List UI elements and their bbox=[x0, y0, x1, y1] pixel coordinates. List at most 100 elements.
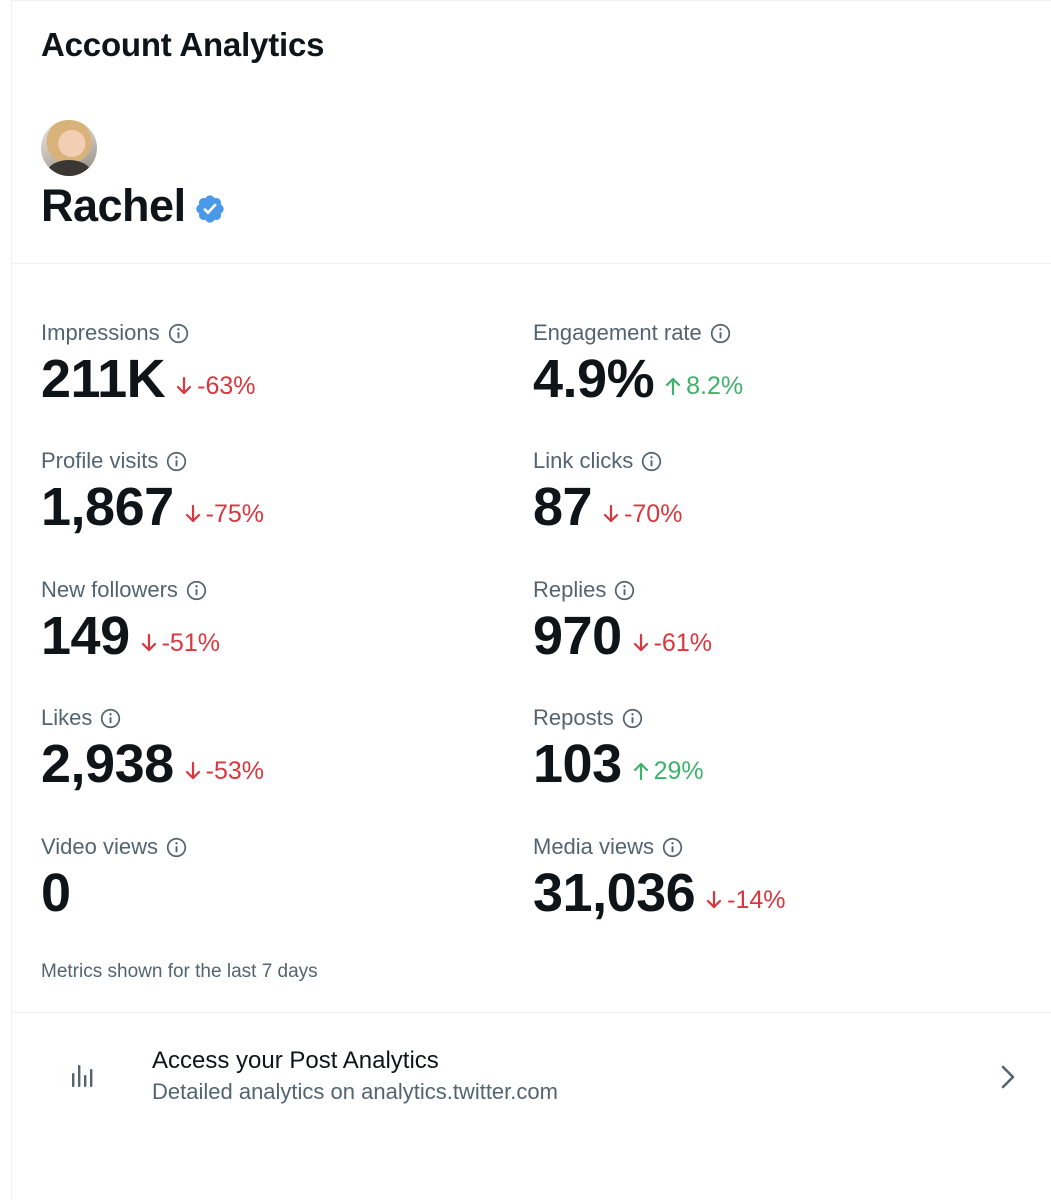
metric-label: Link clicks bbox=[533, 448, 634, 473]
metric-label: Impressions bbox=[41, 320, 160, 345]
metric-label: Media views bbox=[533, 834, 655, 859]
metric-label-row: Likes bbox=[41, 703, 264, 733]
info-icon[interactable] bbox=[710, 323, 731, 344]
metric-value: 211K bbox=[41, 349, 166, 409]
info-icon[interactable] bbox=[662, 837, 683, 858]
metric-value-row: 31,036 -14% bbox=[533, 866, 786, 920]
arrow-down-icon bbox=[603, 504, 619, 523]
profile-header: Rachel bbox=[41, 180, 226, 232]
arrow-up-icon bbox=[665, 377, 681, 396]
info-icon[interactable] bbox=[166, 837, 187, 858]
metric-value: 0 bbox=[41, 863, 71, 923]
post-analytics-link[interactable]: Access your Post Analytics Detailed anal… bbox=[11, 1013, 1051, 1143]
metric-label: Engagement rate bbox=[533, 320, 702, 345]
metric-change: -63% bbox=[175, 371, 256, 401]
metric-change: -61% bbox=[632, 629, 712, 658]
metric-value-row: 103 29% bbox=[533, 737, 704, 791]
info-icon[interactable] bbox=[622, 708, 643, 729]
metric-card: Likes 2,938 -53% bbox=[41, 703, 264, 791]
metric-label-row: Reposts bbox=[533, 703, 704, 733]
metric-value: 1,867 bbox=[41, 477, 174, 537]
metric-label-row: New followers bbox=[41, 575, 220, 605]
metric-value: 103 bbox=[533, 734, 622, 794]
arrow-down-icon bbox=[185, 761, 200, 780]
analytics-page: Account Analytics Rachel Impressions 211K… bbox=[0, 0, 1051, 1200]
metric-card: Replies 970 -61% bbox=[533, 575, 712, 663]
metric-value-row: 2,938 -53% bbox=[41, 737, 264, 791]
chevron-right-icon bbox=[1001, 1065, 1015, 1089]
metric-value-row: 4.9% 8.2% bbox=[533, 352, 743, 406]
metric-change-value: -70% bbox=[624, 499, 683, 528]
metric-value: 970 bbox=[533, 606, 622, 666]
metric-change-value: -61% bbox=[653, 628, 712, 657]
bar-chart-icon bbox=[72, 1065, 93, 1087]
metric-change-value: -63% bbox=[197, 371, 256, 400]
metric-label-row: Profile visits bbox=[41, 446, 264, 476]
panel-border-top bbox=[11, 0, 1051, 1]
info-icon[interactable] bbox=[166, 451, 187, 472]
metric-card: Engagement rate 4.9% 8.2% bbox=[533, 318, 743, 406]
post-analytics-subtitle: Detailed analytics on analytics.twitter.… bbox=[152, 1079, 558, 1104]
metric-value-row: 970 -61% bbox=[533, 609, 712, 663]
info-icon[interactable] bbox=[100, 708, 121, 729]
arrow-down-icon bbox=[141, 633, 156, 652]
metric-change: -53% bbox=[184, 757, 264, 786]
arrow-down-icon bbox=[177, 376, 192, 395]
metric-card: Link clicks 87 -70% bbox=[533, 446, 682, 534]
metric-change: -14% bbox=[705, 885, 786, 915]
arrow-down-icon bbox=[633, 633, 648, 652]
metric-change-value: -53% bbox=[205, 756, 265, 785]
avatar[interactable] bbox=[41, 120, 97, 176]
post-analytics-title: Access your Post Analytics bbox=[152, 1047, 439, 1074]
profile-name[interactable]: Rachel bbox=[41, 180, 186, 232]
metric-label-row: Engagement rate bbox=[533, 318, 743, 348]
metric-value: 31,036 bbox=[533, 863, 696, 923]
metric-change: -51% bbox=[140, 629, 220, 658]
metric-label-row: Video views bbox=[41, 832, 187, 862]
metric-change: -70% bbox=[602, 500, 682, 529]
metric-change: 8.2% bbox=[664, 372, 743, 401]
metric-label-row: Impressions bbox=[41, 318, 256, 348]
metric-label-row: Replies bbox=[533, 575, 712, 605]
info-icon[interactable] bbox=[614, 580, 635, 601]
info-icon[interactable] bbox=[186, 580, 207, 601]
metrics-footnote: Metrics shown for the last 7 days bbox=[41, 961, 318, 982]
metric-value: 87 bbox=[533, 477, 593, 537]
metric-label: Profile visits bbox=[41, 448, 159, 473]
metric-change-value: 29% bbox=[653, 756, 704, 785]
arrow-down-icon bbox=[707, 890, 722, 909]
metric-card: Impressions 211K -63% bbox=[41, 318, 256, 406]
metric-change: 29% bbox=[632, 757, 704, 786]
metric-label-row: Link clicks bbox=[533, 446, 682, 476]
metric-card: Profile visits 1,867 -75% bbox=[41, 446, 264, 534]
arrow-up-icon bbox=[633, 762, 648, 781]
metric-label: Video views bbox=[41, 834, 158, 859]
metric-value: 149 bbox=[41, 606, 130, 666]
info-icon[interactable] bbox=[641, 451, 662, 472]
metric-change-value: -75% bbox=[205, 499, 265, 528]
metric-change-value: -14% bbox=[727, 885, 786, 914]
metric-value-row: 87 -70% bbox=[533, 480, 682, 534]
metric-card: New followers 149 -51% bbox=[41, 575, 220, 663]
metric-label-row: Media views bbox=[533, 832, 786, 862]
metric-card: Reposts 103 29% bbox=[533, 703, 704, 791]
metric-label: Reposts bbox=[533, 705, 614, 730]
info-icon[interactable] bbox=[168, 323, 189, 344]
metric-label: Likes bbox=[41, 705, 93, 730]
section-divider bbox=[11, 263, 1051, 264]
metric-card: Video views 0 bbox=[41, 832, 187, 920]
metric-value-row: 1,867 -75% bbox=[41, 480, 264, 534]
page-title: Account Analytics bbox=[41, 26, 325, 63]
metric-value-row: 0 bbox=[41, 866, 187, 920]
metric-card: Media views 31,036 -14% bbox=[533, 832, 786, 920]
metric-value-row: 149 -51% bbox=[41, 609, 220, 663]
arrow-down-icon bbox=[185, 504, 200, 523]
verified-badge-icon bbox=[195, 195, 224, 223]
metric-value: 4.9% bbox=[533, 349, 655, 409]
metric-label: Replies bbox=[533, 577, 607, 602]
metric-change-value: 8.2% bbox=[686, 371, 744, 400]
metric-value-row: 211K -63% bbox=[41, 352, 256, 406]
metric-label: New followers bbox=[41, 577, 178, 602]
metric-value: 2,938 bbox=[41, 734, 174, 794]
metric-change-value: -51% bbox=[161, 628, 220, 657]
